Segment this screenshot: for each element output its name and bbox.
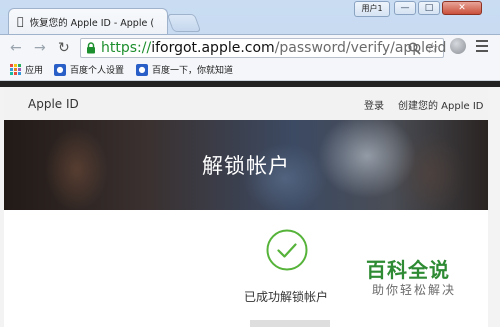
checkmark-circle-icon (266, 229, 308, 271)
menu-icon[interactable] (476, 40, 488, 55)
bookmark-baidu-search[interactable]: ● 百度一下，你就知道 (136, 63, 233, 76)
watermark-subtitle: 助你轻松解决 (372, 283, 457, 297)
url-text: https://iforgot.apple.com/password/verif… (101, 40, 446, 57)
truncated-content (250, 320, 330, 327)
lock-icon (87, 42, 95, 54)
apple-id-brand[interactable]: Apple ID (28, 97, 79, 111)
zoom-icon[interactable] (408, 42, 421, 55)
url-host: iforgot.apple.com (151, 40, 275, 56)
bookmarks-bar: 应用 ● 百度个人设置 ● 百度一下，你就知道 (0, 60, 500, 81)
success-message: 已成功解锁帐户 (244, 290, 329, 304)
extension-globe-icon[interactable] (450, 38, 466, 54)
close-window-button[interactable]: ✕ (442, 1, 482, 15)
tab-strip:  恢复您的 Apple ID - Apple ( 用户1 — □ ✕ (0, 0, 500, 34)
tab-title: 恢复您的 Apple ID - Apple ( (23, 17, 154, 29)
address-bar[interactable]: https://iforgot.apple.com/password/verif… (80, 38, 446, 58)
back-arrow-icon[interactable]: ← (10, 40, 22, 56)
minimize-button[interactable]: — (394, 1, 416, 15)
create-apple-id-link[interactable]: 创建您的 Apple ID (398, 97, 483, 112)
new-tab-button[interactable] (166, 14, 202, 32)
url-scheme: https:// (101, 40, 152, 56)
browser-toolbar: ← → ↻ https://iforgot.apple.com/password… (0, 34, 500, 61)
tab-apple-id[interactable]:  恢复您的 Apple ID - Apple ( (8, 8, 168, 34)
bookmark-label: 应用 (25, 66, 44, 76)
bookmark-baidu-settings[interactable]: ● 百度个人设置 (54, 63, 124, 76)
sign-in-link[interactable]: 登录 (364, 97, 384, 112)
baidu-paw-icon: ● (54, 63, 66, 76)
reload-icon[interactable]: ↻ (58, 40, 70, 56)
forward-arrow-icon[interactable]: → (34, 40, 46, 56)
apple-logo-icon:  (17, 16, 24, 27)
browser-window:  恢复您的 Apple ID - Apple ( 用户1 — □ ✕ ← → … (0, 0, 500, 327)
watermark-title: 百科全说 (366, 258, 450, 282)
apple-id-nav: Apple ID 登录 创建您的 Apple ID (4, 87, 488, 120)
maximize-button[interactable]: □ (418, 1, 440, 15)
user-profile-button[interactable]: 用户1 (354, 1, 390, 17)
bookmark-label: 百度一下，你就知道 (152, 66, 234, 76)
bookmark-label: 百度个人设置 (70, 66, 125, 76)
hero-banner: 解锁帐户 (4, 120, 488, 210)
page-title: 解锁帐户 (202, 154, 290, 178)
page-gutter (488, 87, 500, 327)
bookmark-apps[interactable]: 应用 (10, 63, 43, 76)
apps-grid-icon (10, 64, 21, 75)
bookmark-star-icon[interactable]: ☆ (426, 39, 439, 57)
baidu-paw-icon: ● (136, 63, 148, 76)
